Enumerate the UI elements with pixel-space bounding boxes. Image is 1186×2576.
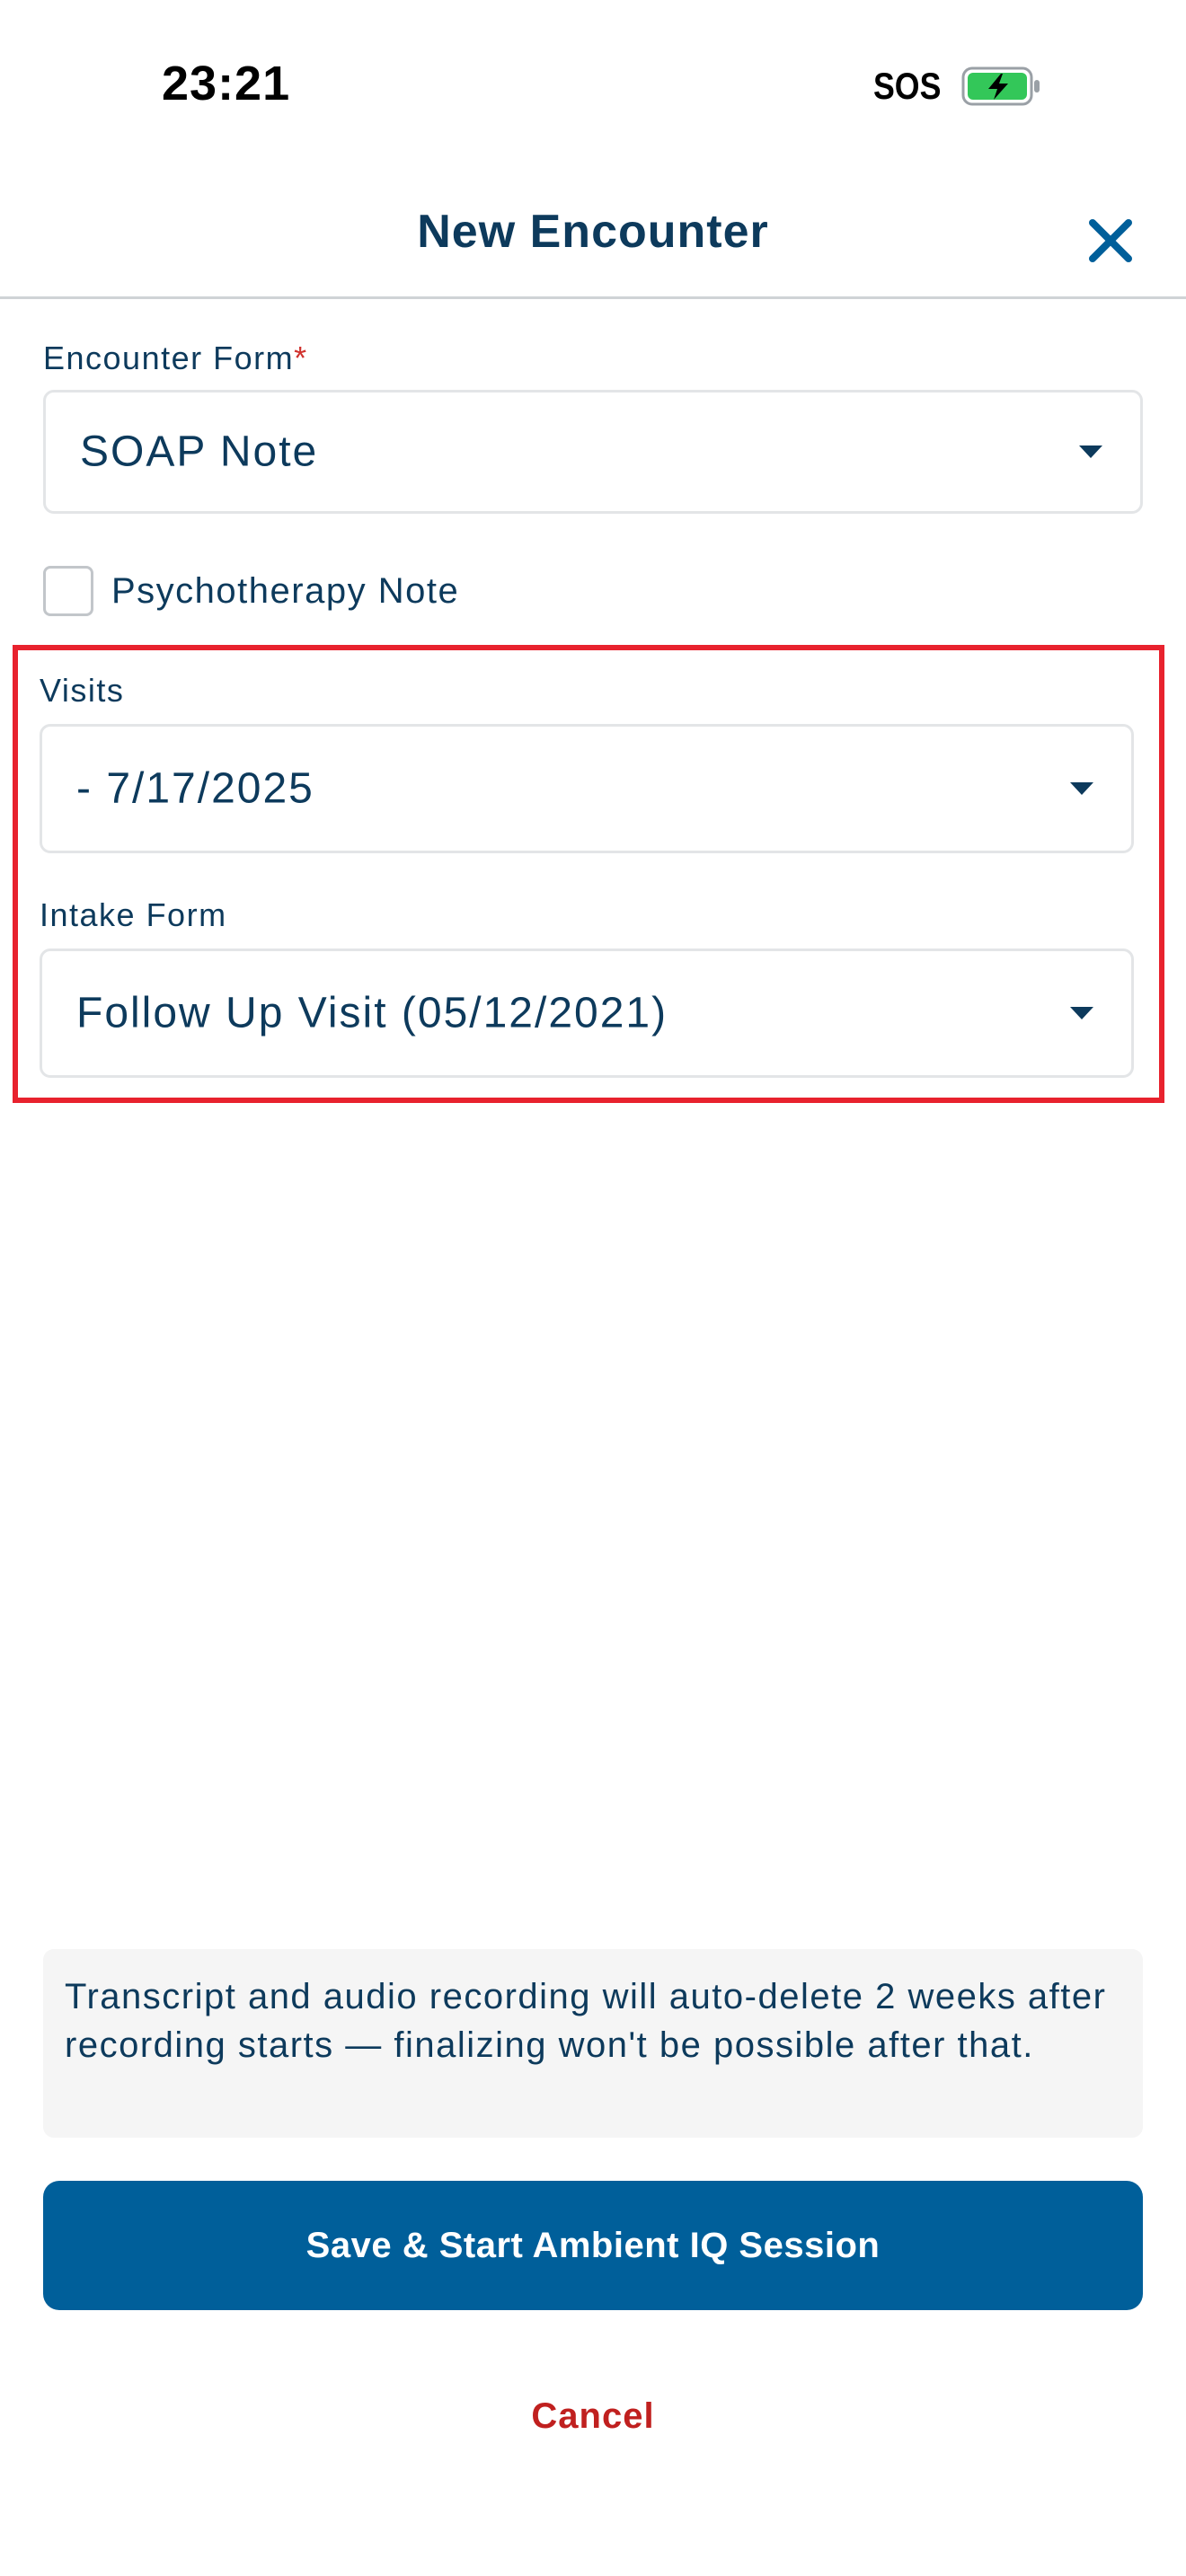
intake-form-label: Intake Form — [40, 896, 227, 933]
close-button[interactable] — [1075, 205, 1146, 277]
visits-label: Visits — [40, 672, 125, 709]
intake-form-select[interactable]: Follow Up Visit (05/12/2021) — [40, 948, 1134, 1078]
notice-text: Transcript and audio recording will auto… — [65, 1977, 1107, 2065]
chevron-down-icon — [1070, 1007, 1093, 1019]
status-time: 23:21 — [162, 57, 291, 110]
chevron-down-icon — [1070, 782, 1093, 795]
psychotherapy-note-checkbox[interactable] — [43, 566, 93, 616]
visits-value: - 7/17/2025 — [76, 764, 314, 813]
required-marker: * — [294, 340, 308, 376]
status-carrier: SOS — [873, 65, 942, 107]
new-encounter-screen: 23:21 SOS New Encounter Encounter Form* … — [0, 0, 1186, 2576]
battery-charging-icon — [961, 66, 1042, 106]
close-icon — [1089, 219, 1132, 262]
cancel-button[interactable]: Cancel — [0, 2396, 1186, 2437]
save-start-session-button[interactable]: Save & Start Ambient IQ Session — [43, 2181, 1143, 2310]
status-bar: 23:21 SOS — [0, 0, 1186, 171]
chevron-down-icon — [1079, 446, 1102, 458]
page-title: New Encounter — [417, 206, 769, 258]
auto-delete-notice: Transcript and audio recording will auto… — [43, 1949, 1143, 2138]
header: New Encounter — [0, 171, 1186, 299]
encounter-form-value: SOAP Note — [80, 428, 319, 476]
intake-form-value: Follow Up Visit (05/12/2021) — [76, 989, 668, 1037]
encounter-form-label: Encounter Form* — [43, 340, 308, 377]
encounter-form-select[interactable]: SOAP Note — [43, 390, 1143, 514]
psychotherapy-note-label[interactable]: Psychotherapy Note — [111, 571, 459, 612]
visits-select[interactable]: - 7/17/2025 — [40, 724, 1134, 853]
encounter-form-label-text: Encounter Form — [43, 340, 295, 376]
